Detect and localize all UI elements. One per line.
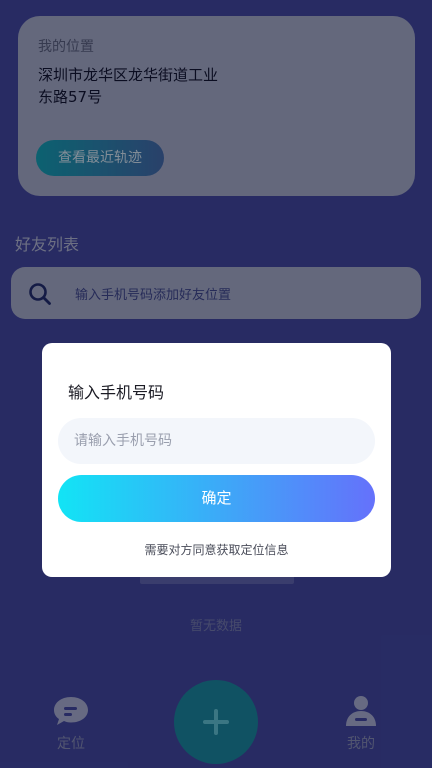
confirm-button[interactable]: 确定 [58, 475, 375, 522]
dialog-title: 输入手机号码 [68, 383, 165, 402]
phone-input-dialog: 输入手机号码 确定 需要对方同意获取定位信息 [42, 343, 391, 577]
phone-number-input[interactable] [58, 418, 375, 464]
consent-note: 需要对方同意获取定位信息 [144, 543, 289, 557]
